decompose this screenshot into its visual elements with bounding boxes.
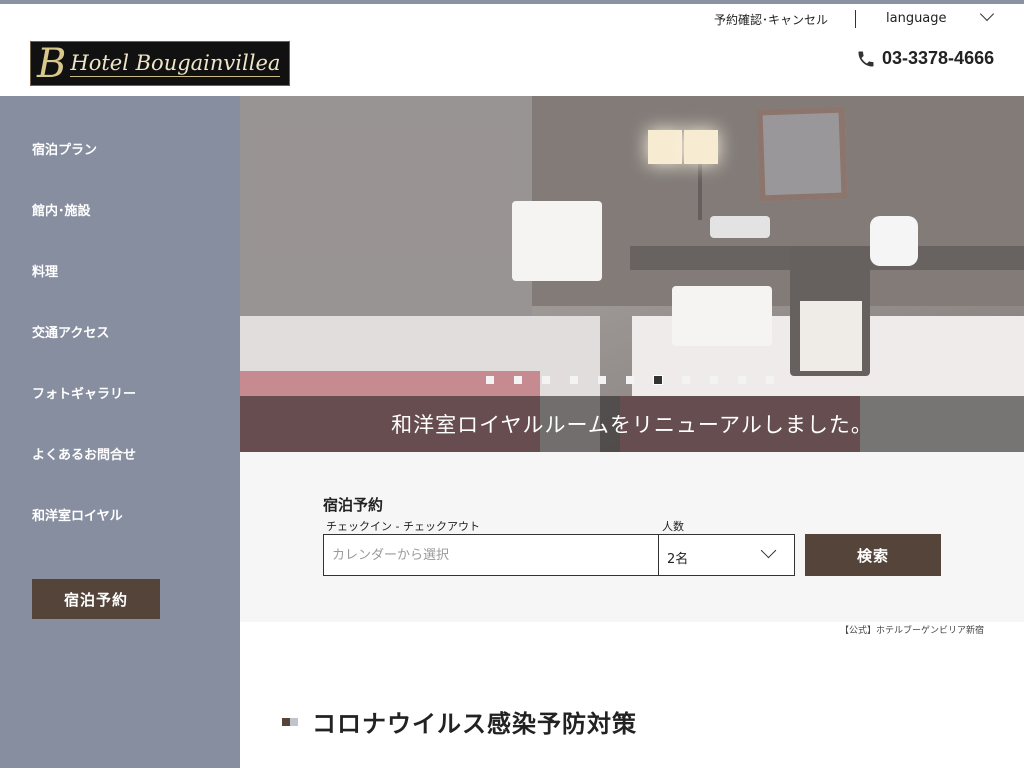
slide-dot[interactable] [570,376,578,384]
slide-dot[interactable] [542,376,550,384]
chevron-down-icon [760,542,777,559]
heading-marker-icon [290,717,298,726]
slide-dot[interactable] [626,376,634,384]
slide-dot[interactable] [710,376,718,384]
language-select[interactable]: language [886,6,996,27]
hotel-logo[interactable]: B Hotel Bougainvillea [30,41,290,86]
official-site-note: 【公式】ホテルブーゲンビリア新宿 [840,626,985,636]
slide-dot[interactable] [598,376,606,384]
slide-dot[interactable] [738,376,746,384]
slide-indicator [486,375,774,385]
phone-number: 03-3378-4666 [882,48,995,68]
hero-caption-bar: 和洋室ロイヤルルームをリニューアルしました。 [240,396,1024,452]
language-label: language [886,11,947,26]
phone-contact[interactable]: 03-3378-4666 [856,48,994,69]
sidebar-item-cuisine[interactable]: 料理 [32,261,58,280]
slide-dot[interactable] [766,376,774,384]
header-divider [855,10,856,28]
booking-title: 宿泊予約 [323,496,384,514]
search-button[interactable]: 検索 [805,534,941,576]
reserve-button[interactable]: 宿泊予約 [32,579,160,619]
date-range-input[interactable] [323,534,659,576]
sidebar-item-access[interactable]: 交通アクセス [32,322,109,341]
sidebar-item-faq[interactable]: よくあるお問合せ [32,444,136,463]
sidebar-item-photo-gallery[interactable]: フォトギャラリー [32,383,136,402]
sidebar-nav: 宿泊プラン 館内･施設 料理 交通アクセス フォトギャラリー よくあるお問合せ … [0,96,240,768]
reservation-confirm-cancel-link[interactable]: 予約確認･キャンセル [714,11,828,28]
booking-form: 宿泊予約 チェックイン - チェックアウト 人数 2名 検索 [240,452,1024,622]
sidebar-item-plans[interactable]: 宿泊プラン [32,139,97,158]
logo-initial: B [37,40,67,87]
people-select[interactable]: 2名 [658,534,795,576]
chevron-down-icon [979,6,995,22]
slide-dot[interactable] [653,375,663,385]
section-heading: コロナウイルス感染予防対策 [282,704,637,739]
sidebar-item-facilities[interactable]: 館内･施設 [32,200,91,219]
people-label: 人数 [662,520,684,533]
sidebar-item-royal-room[interactable]: 和洋室ロイヤル [32,505,123,524]
slide-dot[interactable] [682,376,690,384]
hero-slideshow: 和洋室ロイヤルルームをリニューアルしました。 [240,96,1024,452]
phone-icon [858,51,874,66]
site-header: B Hotel Bougainvillea 予約確認･キャンセル languag… [0,4,1024,96]
people-value: 2名 [667,552,689,567]
checkin-checkout-label: チェックイン - チェックアウト [326,520,480,533]
hero-caption: 和洋室ロイヤルルームをリニューアルしました。 [391,413,873,437]
slide-dot[interactable] [486,376,494,384]
slide-dot[interactable] [514,376,522,384]
section-title: コロナウイルス感染予防対策 [312,710,637,738]
heading-marker-icon [282,717,290,726]
logo-text: Hotel Bougainvillea [70,50,281,77]
